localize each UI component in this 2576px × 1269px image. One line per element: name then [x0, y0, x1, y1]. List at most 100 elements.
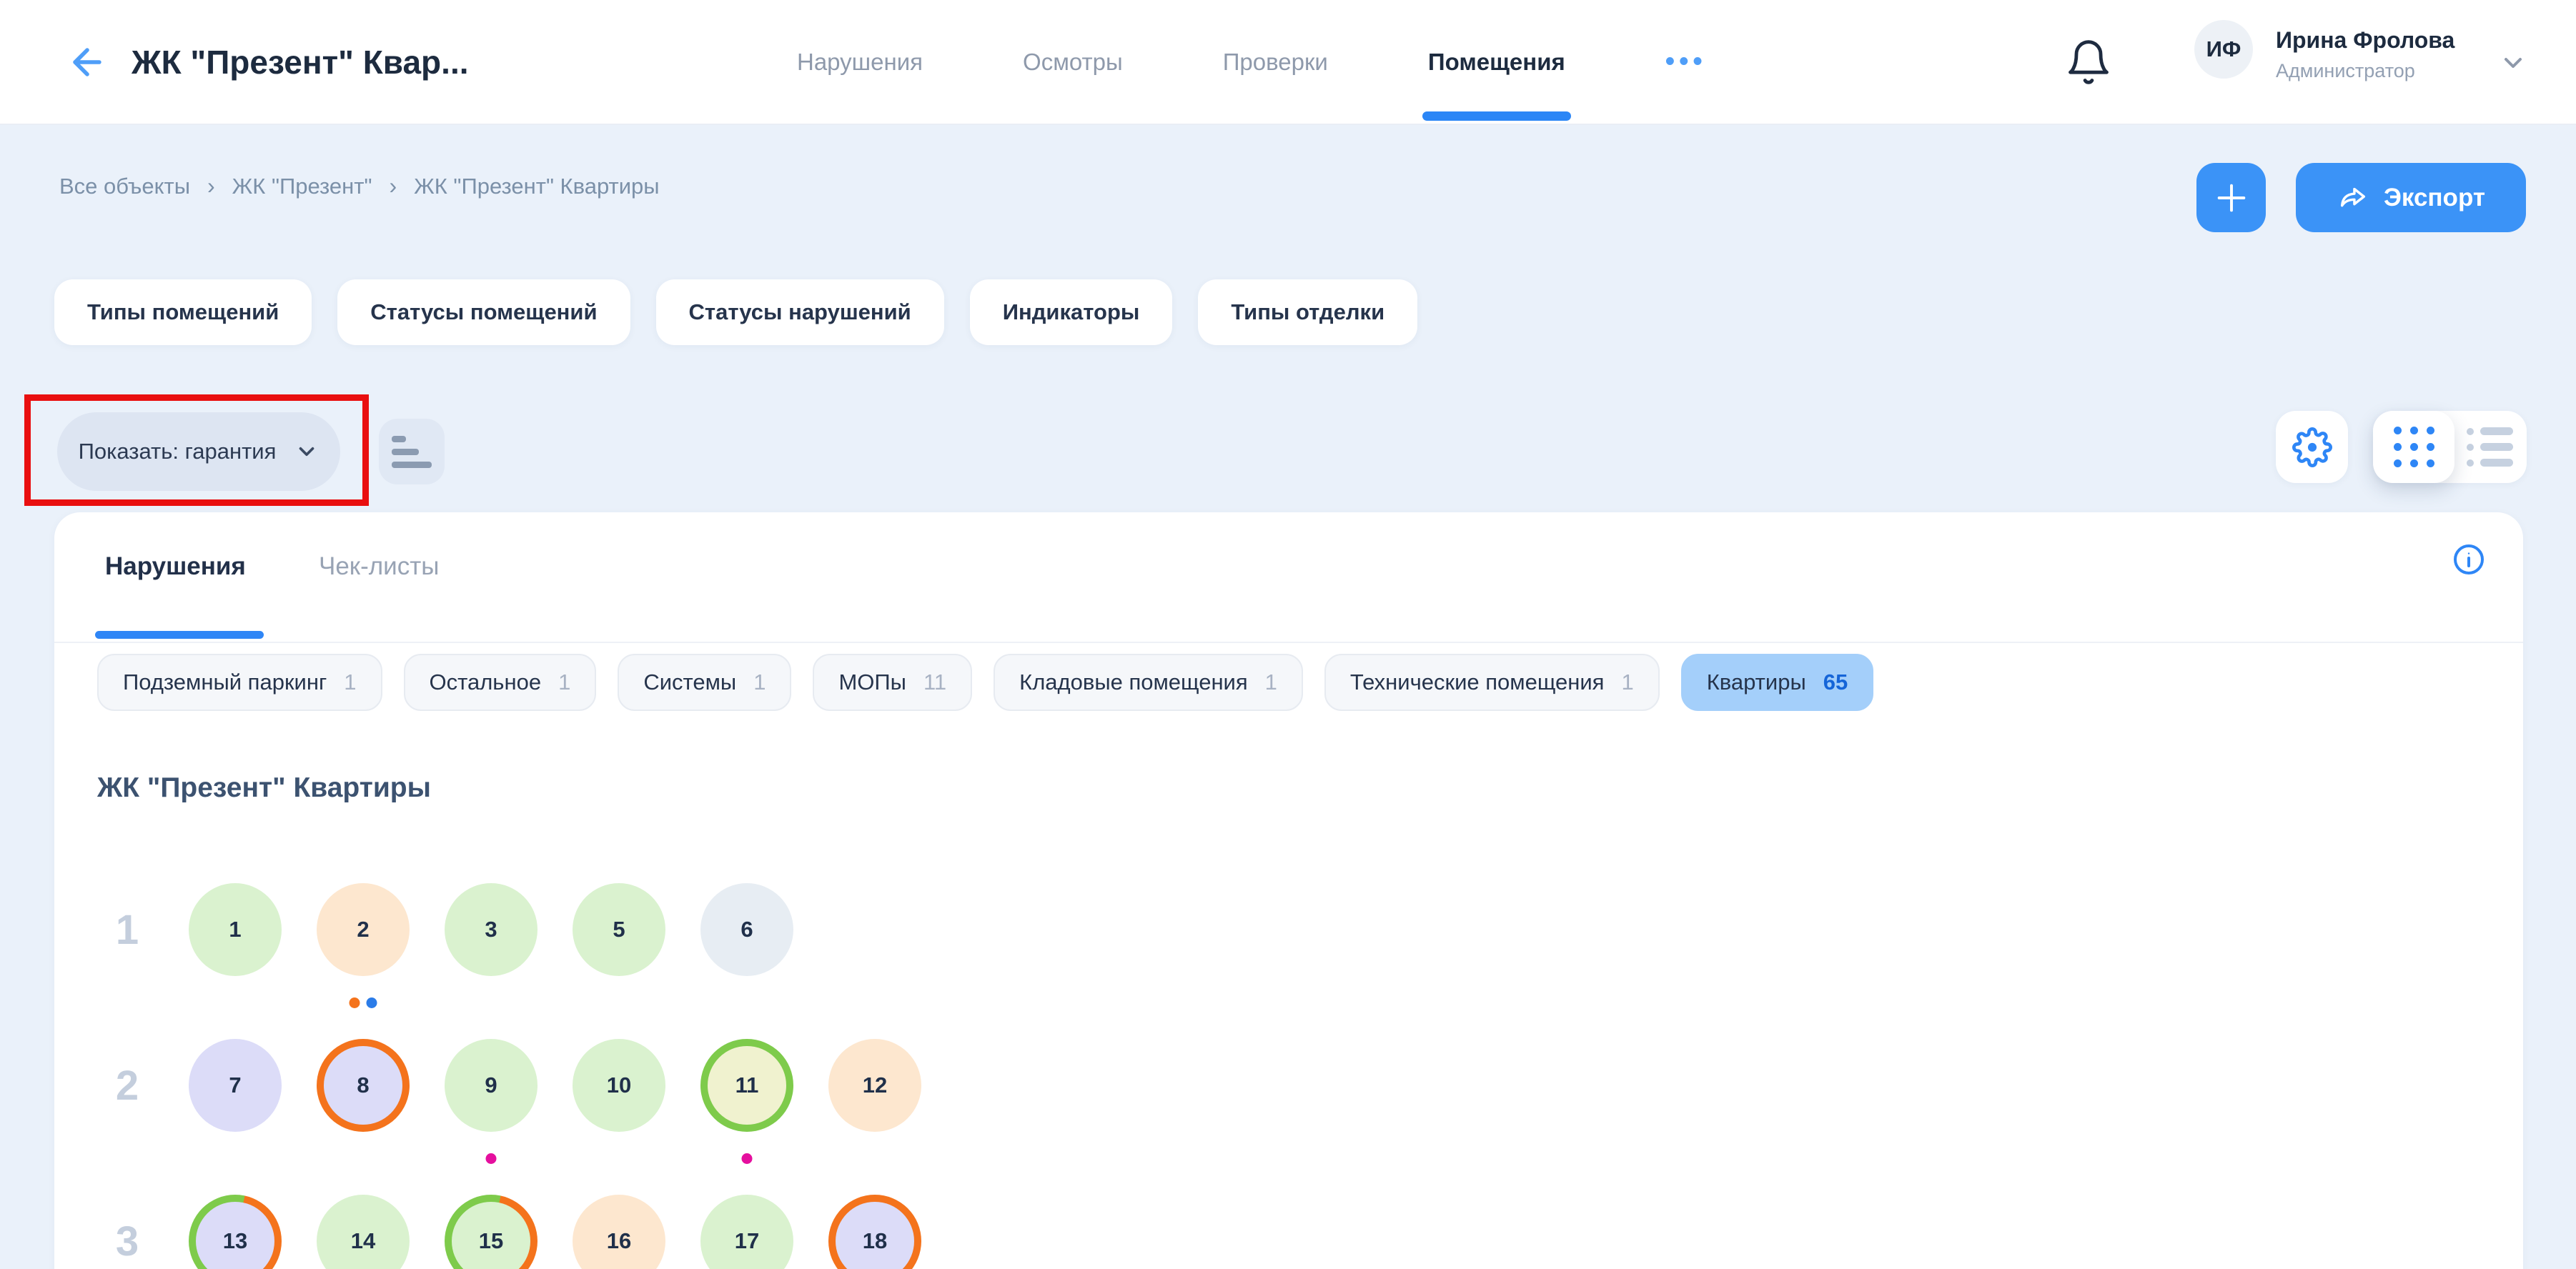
room-number: 13	[196, 1202, 274, 1269]
room-circle-11[interactable]: 11	[700, 1039, 793, 1132]
divider	[54, 642, 2523, 643]
room-number: 6	[700, 883, 793, 976]
room-number: 10	[573, 1039, 665, 1132]
list-view-button[interactable]	[2452, 411, 2527, 483]
add-button[interactable]	[2196, 163, 2266, 232]
room-number: 16	[573, 1195, 665, 1269]
back-button[interactable]	[64, 39, 110, 85]
breadcrumb-separator: ›	[207, 173, 215, 199]
tab-violations[interactable]: Нарушения	[105, 552, 246, 581]
category-count: 1	[1621, 670, 1633, 695]
grid-view-button[interactable]	[2373, 411, 2454, 483]
filter-chip-0[interactable]: Типы помещений	[54, 279, 312, 345]
row-label: 1	[99, 906, 156, 954]
category-label: Кладовые помещения	[1019, 670, 1248, 695]
room-number: 7	[189, 1039, 282, 1132]
category-count: 1	[1265, 670, 1277, 695]
category-chip-0[interactable]: Подземный паркинг1	[97, 654, 382, 711]
grid-row-3: 3 13 14 15 16 17 18	[99, 1195, 921, 1269]
status-dots	[742, 1153, 753, 1164]
room-circle-16[interactable]: 16	[573, 1195, 665, 1269]
sort-button[interactable]	[379, 419, 445, 484]
room-circle-13[interactable]: 13	[189, 1195, 282, 1269]
room-number: 15	[452, 1202, 530, 1269]
avatar[interactable]: ИФ	[2194, 20, 2253, 79]
notifications-button[interactable]	[2064, 36, 2113, 89]
room-circle-3[interactable]: 3	[445, 883, 538, 976]
category-chip-row: Подземный паркинг1Остальное1Системы1МОПы…	[97, 654, 1873, 711]
user-menu[interactable]: Ирина Фролова Администратор	[2276, 27, 2454, 82]
export-button[interactable]: Экспорт	[2296, 163, 2526, 232]
breadcrumb-item-2[interactable]: ЖК "Презент" Квартиры	[414, 174, 659, 199]
category-chip-5[interactable]: Технические помещения1	[1324, 654, 1660, 711]
breadcrumb-item-1[interactable]: ЖК "Презент"	[232, 174, 372, 199]
list-view-icon	[2467, 427, 2513, 467]
category-chip-1[interactable]: Остальное 1	[404, 654, 597, 711]
bell-icon	[2064, 36, 2113, 89]
room-number: 2	[317, 883, 410, 976]
sort-icon	[392, 436, 432, 468]
status-dot-orange	[350, 997, 360, 1008]
category-label: Остальное	[430, 670, 542, 695]
category-chip-3[interactable]: МОПы 11	[813, 654, 972, 711]
breadcrumb-item-0[interactable]: Все объекты	[59, 174, 190, 199]
room-circle-17[interactable]: 17	[700, 1195, 793, 1269]
filter-chip-4[interactable]: Типы отделки	[1198, 279, 1417, 345]
category-chip-4[interactable]: Кладовые помещения 1	[994, 654, 1303, 711]
info-icon	[2452, 542, 2486, 577]
plus-icon	[2213, 179, 2250, 217]
room-number: 17	[700, 1195, 793, 1269]
back-arrow-icon	[66, 41, 108, 83]
category-count: 1	[753, 670, 766, 695]
room-circle-15[interactable]: 15	[445, 1195, 538, 1269]
room-circle-1[interactable]: 1	[189, 883, 282, 976]
filter-chip-2[interactable]: Статусы нарушений	[656, 279, 944, 345]
room-circle-10[interactable]: 10	[573, 1039, 665, 1132]
category-count: 65	[1823, 670, 1848, 695]
user-name: Ирина Фролова	[2276, 27, 2454, 54]
category-count: 1	[558, 670, 570, 695]
tab-checklists[interactable]: Чек-листы	[319, 552, 439, 581]
page-title: ЖК "Презент" Квар...	[132, 43, 469, 81]
room-circle-18[interactable]: 18	[828, 1195, 921, 1269]
room-number: 9	[445, 1039, 538, 1132]
nav-tab-2[interactable]: Проверки	[1223, 0, 1328, 124]
room-circle-8[interactable]: 8	[317, 1039, 410, 1132]
nav-tab-0[interactable]: Нарушения	[797, 0, 923, 124]
room-circle-9[interactable]: 9	[445, 1039, 538, 1132]
category-label: Системы	[643, 670, 736, 695]
row-label: 3	[99, 1218, 156, 1265]
nav-tab-3[interactable]: Помещения	[1428, 0, 1565, 124]
category-label: Квартиры	[1707, 670, 1806, 695]
room-circle-14[interactable]: 14	[317, 1195, 410, 1269]
room-circle-7[interactable]: 7	[189, 1039, 282, 1132]
show-filter-dropdown[interactable]: Показать: гарантия	[57, 412, 340, 491]
more-menu-button[interactable]: •••	[1665, 46, 1707, 77]
nav-tab-1[interactable]: Осмотры	[1023, 0, 1123, 124]
user-menu-chevron[interactable]	[2499, 49, 2527, 77]
category-chip-2[interactable]: Системы 1	[618, 654, 791, 711]
show-filter-label: Показать: гарантия	[79, 439, 277, 464]
room-circle-6[interactable]: 6	[700, 883, 793, 976]
breadcrumb-separator: ›	[389, 173, 397, 199]
room-circle-12[interactable]: 12	[828, 1039, 921, 1132]
row-cells: 13 14 15 16 17 18	[189, 1195, 921, 1269]
room-circle-5[interactable]: 5	[573, 883, 665, 976]
active-tab-underline	[95, 631, 264, 639]
export-icon	[2337, 181, 2369, 214]
category-count: 11	[923, 670, 946, 695]
status-dot-blue	[367, 997, 377, 1008]
room-number: 8	[324, 1046, 402, 1125]
status-dot-pink	[486, 1153, 497, 1164]
filter-chip-3[interactable]: Индикаторы	[970, 279, 1173, 345]
filter-chip-row: Типы помещений Статусы помещений Статусы н…	[54, 279, 1417, 345]
info-button[interactable]	[2452, 542, 2486, 577]
user-role: Администратор	[2276, 60, 2454, 82]
room-circle-2[interactable]: 2	[317, 883, 410, 976]
category-chip-6[interactable]: Квартиры 65	[1681, 654, 1874, 711]
filter-chip-1[interactable]: Статусы помещений	[337, 279, 630, 345]
category-label: МОПы	[838, 670, 906, 695]
status-dot-pink	[742, 1153, 753, 1164]
category-label: Подземный паркинг	[123, 670, 327, 695]
settings-button[interactable]	[2276, 411, 2348, 483]
